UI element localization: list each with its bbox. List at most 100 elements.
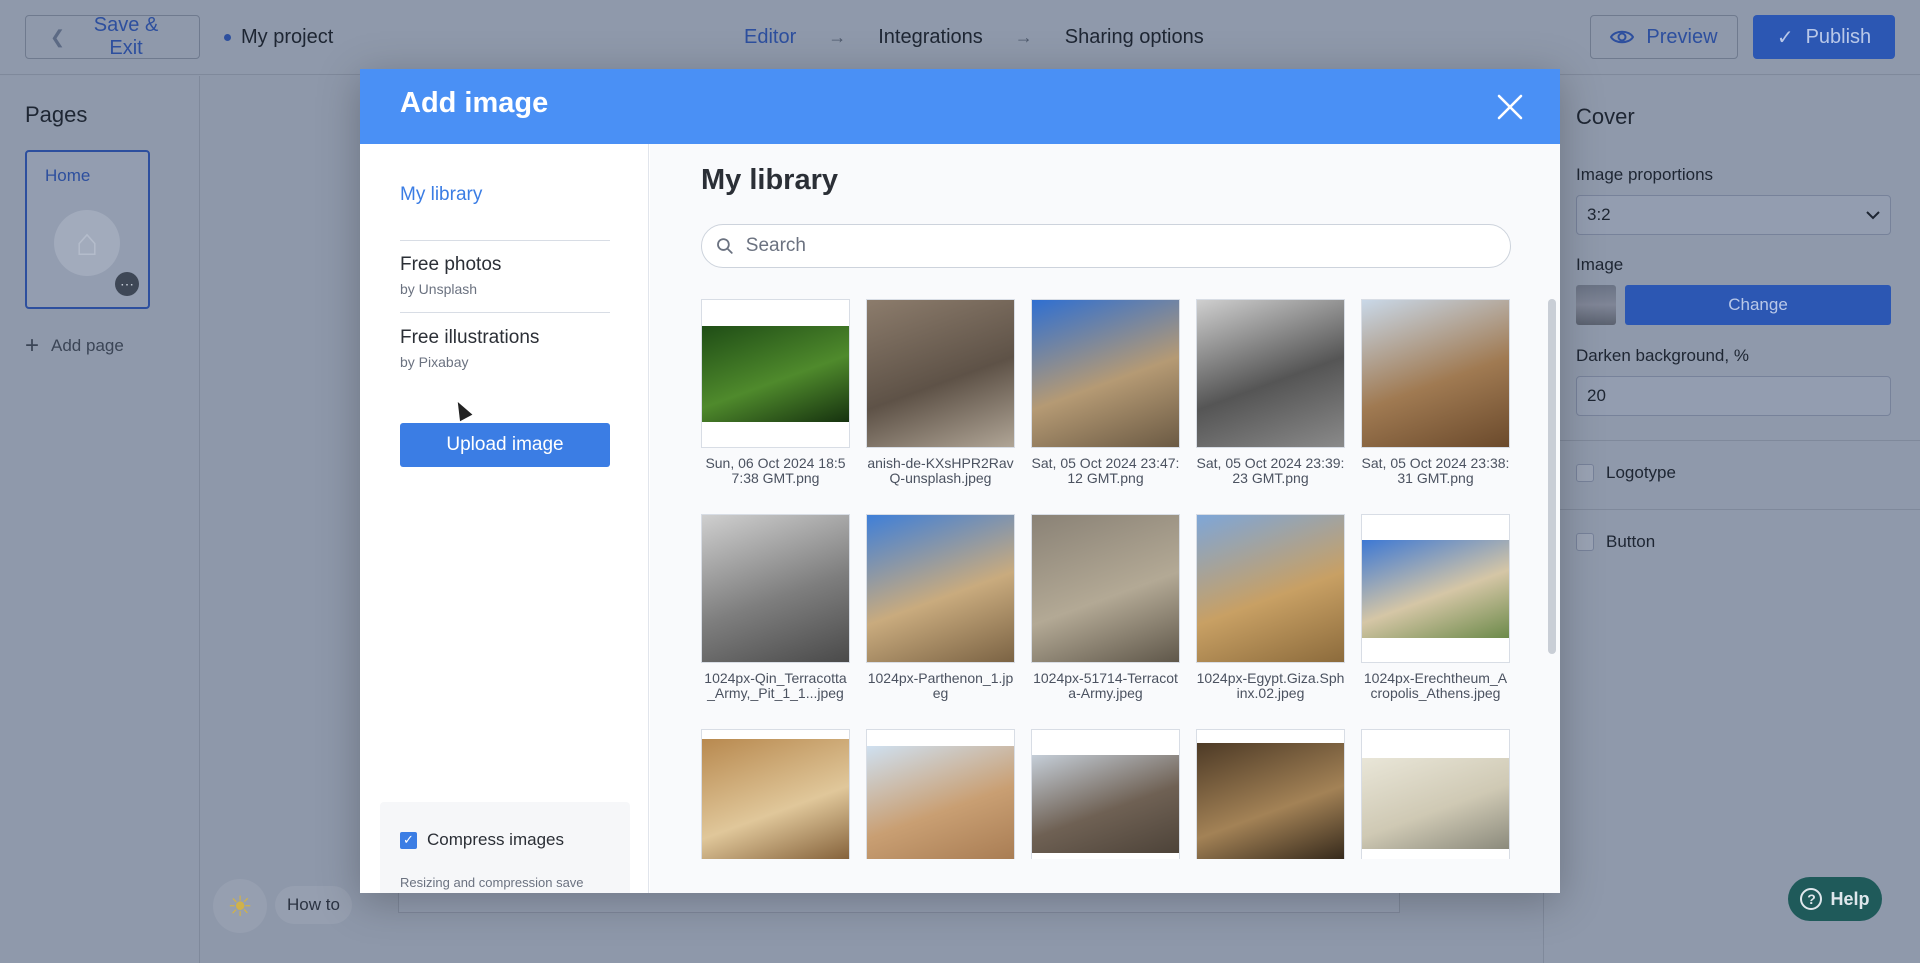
- image-preview: [702, 739, 849, 859]
- add-page-label: Add page: [51, 336, 124, 355]
- search-box[interactable]: [701, 224, 1511, 268]
- nav-my-library[interactable]: My library: [400, 184, 610, 206]
- image-thumbnail[interactable]: [701, 514, 850, 663]
- image-tile[interactable]: anish-de-KXsHPR2RavQ-unsplash.jpeg: [866, 299, 1015, 486]
- preview-label: Preview: [1646, 25, 1718, 48]
- image-preview: [1032, 754, 1179, 853]
- search-icon: [717, 238, 733, 254]
- image-thumbnail[interactable]: [866, 299, 1015, 448]
- nav-free-photos[interactable]: Free photos by Unsplash: [400, 254, 610, 297]
- nav-my-library-label: My library: [400, 184, 483, 205]
- project-name-label: My project: [241, 26, 334, 48]
- project-name[interactable]: My project: [224, 26, 333, 49]
- home-icon: ⌂: [54, 210, 120, 276]
- step-integrations[interactable]: Integrations: [878, 26, 983, 49]
- image-preview: [1362, 539, 1509, 638]
- step-sharing-options[interactable]: Sharing options: [1065, 26, 1204, 49]
- image-tile[interactable]: [1361, 729, 1510, 859]
- step-editor[interactable]: Editor: [744, 26, 796, 49]
- image-preview: [867, 515, 1014, 662]
- image-proportions-label: Image proportions: [1576, 165, 1714, 184]
- button-label: Button: [1606, 532, 1656, 551]
- image-thumbnail[interactable]: [1361, 729, 1510, 859]
- image-tile[interactable]: [1196, 729, 1345, 859]
- page-card-label: Home: [45, 166, 91, 185]
- image-tile[interactable]: Sat, 05 Oct 2024 23:39:23 GMT.png: [1196, 299, 1345, 486]
- image-tile[interactable]: 1024px-Egypt.Giza.Sphinx.02.jpeg: [1196, 514, 1345, 701]
- compress-note: Resizing and compression save storage sp…: [400, 875, 606, 893]
- image-thumbnail[interactable]: [1196, 299, 1345, 448]
- image-tile[interactable]: 1024px-Erechtheum_Acropolis_Athens.jpeg: [1361, 514, 1510, 701]
- image-thumbnail[interactable]: [1031, 729, 1180, 859]
- nav-free-illustrations-source: by Pixabay: [400, 354, 469, 370]
- image-thumbnail[interactable]: [701, 729, 850, 859]
- search-input[interactable]: [745, 235, 1496, 257]
- image-thumbnail[interactable]: [1196, 729, 1345, 859]
- image-tile[interactable]: Sat, 05 Oct 2024 23:47:12 GMT.png: [1031, 299, 1180, 486]
- image-preview: [1197, 300, 1344, 447]
- compress-images-toggle[interactable]: ✓ Compress images: [400, 830, 564, 850]
- cover-image-thumbnail: [1576, 285, 1616, 325]
- chevron-left-icon: ❮: [50, 26, 66, 47]
- image-caption: 1024px-Erechtheum_Acropolis_Athens.jpeg: [1363, 670, 1508, 701]
- image-thumbnail[interactable]: [1361, 299, 1510, 448]
- image-tile[interactable]: 1024px-51714-Terracota-Army.jpeg: [1031, 514, 1180, 701]
- divider: [400, 240, 610, 241]
- image-thumbnail[interactable]: [701, 299, 850, 448]
- preview-button[interactable]: Preview: [1590, 15, 1738, 59]
- image-grid: Sun, 06 Oct 2024 18:57:38 GMT.png anish-d…: [701, 299, 1511, 859]
- top-bar: ❮ Save & Exit My project Editor → Integr…: [0, 0, 1920, 75]
- add-page-button[interactable]: + Add page: [25, 332, 124, 360]
- darken-background-input[interactable]: 20: [1576, 376, 1891, 416]
- page-card-home[interactable]: Home ⌂ ⋯: [25, 150, 150, 309]
- scrollbar[interactable]: [1548, 299, 1556, 654]
- image-preview: [702, 515, 849, 662]
- eye-icon: [1610, 30, 1635, 44]
- image-caption: Sat, 05 Oct 2024 23:38:31 GMT.png: [1361, 455, 1510, 486]
- divider: [1544, 509, 1920, 510]
- image-caption: 1024px-51714-Terracota-Army.jpeg: [1033, 670, 1178, 701]
- nav-free-photos-label: Free photos: [400, 254, 502, 275]
- help-button[interactable]: ? Help: [1788, 877, 1882, 921]
- image-tile[interactable]: [701, 729, 850, 859]
- how-to-button[interactable]: How to: [275, 886, 352, 924]
- image-thumbnail[interactable]: [1031, 299, 1180, 448]
- compress-panel: ✓ Compress images Resizing and compressi…: [380, 802, 630, 893]
- button-checkbox[interactable]: [1576, 533, 1594, 551]
- button-toggle[interactable]: Button: [1576, 532, 1655, 552]
- image-tile[interactable]: [866, 729, 1015, 859]
- checkbox-checked-icon[interactable]: ✓: [400, 831, 417, 849]
- darken-background-label: Darken background, %: [1576, 346, 1749, 365]
- divider: [400, 312, 610, 313]
- lightbulb-icon[interactable]: ☀: [213, 879, 267, 933]
- image-proportions-select[interactable]: 3:2: [1576, 195, 1891, 235]
- upload-image-button[interactable]: Upload image: [400, 423, 610, 467]
- close-icon[interactable]: [1490, 87, 1530, 127]
- publish-button[interactable]: ✓ Publish: [1753, 15, 1895, 59]
- image-thumbnail[interactable]: [866, 729, 1015, 859]
- image-tile[interactable]: [1031, 729, 1180, 859]
- nav-free-illustrations[interactable]: Free illustrations by Pixabay: [400, 327, 610, 370]
- image-tile[interactable]: Sat, 05 Oct 2024 23:38:31 GMT.png: [1361, 299, 1510, 486]
- modal-title: Add image: [400, 87, 549, 119]
- image-thumbnail[interactable]: [1031, 514, 1180, 663]
- change-image-button[interactable]: Change: [1625, 285, 1891, 325]
- image-caption: anish-de-KXsHPR2RavQ-unsplash.jpeg: [867, 455, 1014, 486]
- logotype-toggle[interactable]: Logotype: [1576, 463, 1676, 483]
- image-caption: 1024px-Egypt.Giza.Sphinx.02.jpeg: [1196, 670, 1345, 701]
- image-thumbnail[interactable]: [866, 514, 1015, 663]
- image-tile[interactable]: Sun, 06 Oct 2024 18:57:38 GMT.png: [701, 299, 850, 486]
- image-thumbnail[interactable]: [1361, 514, 1510, 663]
- save-exit-button[interactable]: ❮ Save & Exit: [25, 14, 200, 59]
- image-tile[interactable]: 1024px-Parthenon_1.jpeg: [866, 514, 1015, 701]
- more-options-icon[interactable]: ⋯: [115, 272, 139, 296]
- image-caption: Sat, 05 Oct 2024 23:47:12 GMT.png: [1031, 455, 1180, 486]
- step-navigation: Editor → Integrations → Sharing options: [744, 26, 1204, 49]
- modal-sidebar: My library Free photos by Unsplash Free …: [360, 144, 649, 893]
- image-tile[interactable]: 1024px-Qin_Terracotta_Army,_Pit_1_1...jp…: [701, 514, 850, 701]
- plus-icon: +: [25, 332, 40, 359]
- logotype-checkbox[interactable]: [1576, 464, 1594, 482]
- image-preview: [702, 325, 849, 422]
- image-thumbnail[interactable]: [1196, 514, 1345, 663]
- settings-title: Cover: [1576, 104, 1635, 129]
